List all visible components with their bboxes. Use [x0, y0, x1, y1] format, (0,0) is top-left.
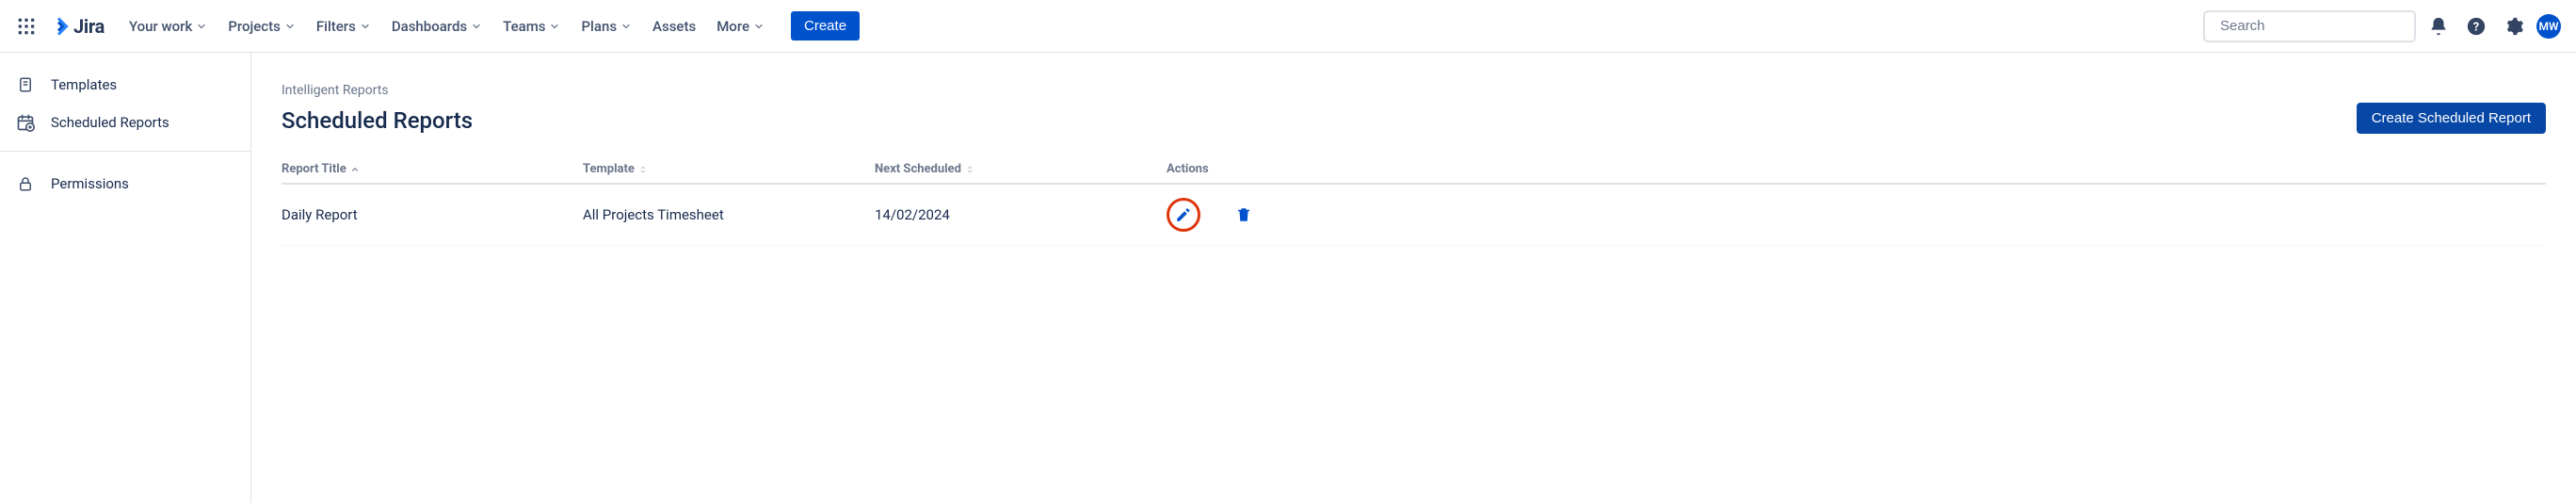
sidebar-item-scheduled-reports[interactable]: Scheduled Reports [0, 104, 250, 141]
sidebar-item-label: Scheduled Reports [51, 114, 169, 131]
body: Templates Scheduled Reports Permissions … [0, 53, 2576, 503]
jira-logo-text: Jira [73, 15, 105, 38]
nav-label: Projects [228, 18, 281, 35]
settings-button[interactable] [2499, 11, 2529, 41]
table-row: Daily Report All Projects Timesheet 14/0… [282, 185, 2546, 246]
cell-next-scheduled: 14/02/2024 [875, 206, 1167, 223]
table-header: Report Title Template Next Scheduled Act… [282, 162, 2546, 185]
breadcrumb[interactable]: Intelligent Reports [282, 83, 473, 98]
reports-table: Report Title Template Next Scheduled Act… [282, 162, 2546, 246]
chevron-down-icon [471, 21, 482, 32]
nav-plans[interactable]: Plans [572, 12, 641, 41]
cell-actions [1167, 198, 2546, 232]
trash-icon [1235, 205, 1252, 224]
sort-asc-icon [350, 165, 360, 174]
nav-your-work[interactable]: Your work [120, 12, 217, 41]
nav-label: Filters [316, 18, 356, 35]
nav-label: Teams [503, 18, 545, 35]
topnav-right: ? MW [2203, 10, 2561, 42]
chevron-down-icon [284, 21, 296, 32]
help-icon: ? [2466, 16, 2487, 37]
app-switcher-icon [17, 17, 36, 36]
chevron-down-icon [360, 21, 371, 32]
sort-icon [965, 164, 974, 175]
main-content: Intelligent Reports Scheduled Reports Cr… [251, 53, 2576, 503]
chevron-down-icon [549, 21, 560, 32]
sidebar-group-2: Permissions [0, 165, 250, 203]
sort-icon [638, 164, 648, 175]
calendar-plus-icon [15, 113, 36, 132]
nav-more[interactable]: More [707, 12, 774, 41]
nav-teams[interactable]: Teams [493, 12, 570, 41]
search-box[interactable] [2203, 10, 2416, 42]
app-switcher-button[interactable] [11, 11, 41, 41]
notifications-button[interactable] [2423, 11, 2454, 41]
edit-button[interactable] [1167, 198, 1200, 232]
help-button[interactable]: ? [2461, 11, 2491, 41]
jira-logo-icon [49, 16, 70, 37]
gear-icon [2504, 16, 2524, 37]
nav-label: Your work [129, 18, 192, 35]
user-avatar[interactable]: MW [2536, 14, 2561, 39]
pencil-icon [1175, 206, 1192, 223]
sidebar: Templates Scheduled Reports Permissions [0, 53, 251, 503]
svg-text:?: ? [2473, 20, 2479, 34]
chevron-down-icon [196, 21, 207, 32]
col-label: Report Title [282, 162, 346, 176]
header-left: Intelligent Reports Scheduled Reports [282, 83, 473, 134]
sidebar-item-label: Permissions [51, 175, 129, 192]
nav-label: Assets [652, 18, 696, 35]
top-navigation: Jira Your work Projects Filters Dashboar… [0, 0, 2576, 53]
cell-template: All Projects Timesheet [583, 206, 875, 223]
col-label: Actions [1167, 162, 1209, 176]
nav-filters[interactable]: Filters [307, 12, 380, 41]
header-row: Intelligent Reports Scheduled Reports Cr… [282, 83, 2546, 134]
search-input[interactable] [2220, 18, 2407, 34]
chevron-down-icon [753, 21, 765, 32]
create-scheduled-report-button[interactable]: Create Scheduled Report [2357, 103, 2546, 134]
col-next-scheduled[interactable]: Next Scheduled [875, 162, 1167, 176]
topnav-left: Jira Your work Projects Filters Dashboar… [11, 11, 860, 41]
col-actions: Actions [1167, 162, 2546, 176]
sidebar-item-label: Templates [51, 76, 117, 93]
nav-label: More [716, 18, 749, 35]
col-report-title[interactable]: Report Title [282, 162, 583, 176]
lock-icon [15, 174, 36, 193]
create-button[interactable]: Create [791, 11, 860, 41]
nav-projects[interactable]: Projects [218, 12, 305, 41]
nav-label: Dashboards [392, 18, 467, 35]
delete-button[interactable] [1227, 198, 1261, 232]
sidebar-item-templates[interactable]: Templates [0, 66, 250, 104]
chevron-down-icon [620, 21, 632, 32]
col-label: Next Scheduled [875, 162, 961, 176]
col-template[interactable]: Template [583, 162, 875, 176]
jira-logo[interactable]: Jira [49, 15, 105, 38]
document-icon [15, 75, 36, 94]
sidebar-item-permissions[interactable]: Permissions [0, 165, 250, 203]
sidebar-group-1: Templates Scheduled Reports [0, 66, 250, 152]
cell-report-title: Daily Report [282, 206, 583, 223]
nav-dashboards[interactable]: Dashboards [382, 12, 491, 41]
nav-assets[interactable]: Assets [643, 12, 705, 41]
nav-label: Plans [581, 18, 617, 35]
page-title: Scheduled Reports [282, 107, 473, 134]
bell-icon [2428, 16, 2449, 37]
nav-items: Your work Projects Filters Dashboards Te… [120, 12, 774, 41]
col-label: Template [583, 162, 635, 176]
